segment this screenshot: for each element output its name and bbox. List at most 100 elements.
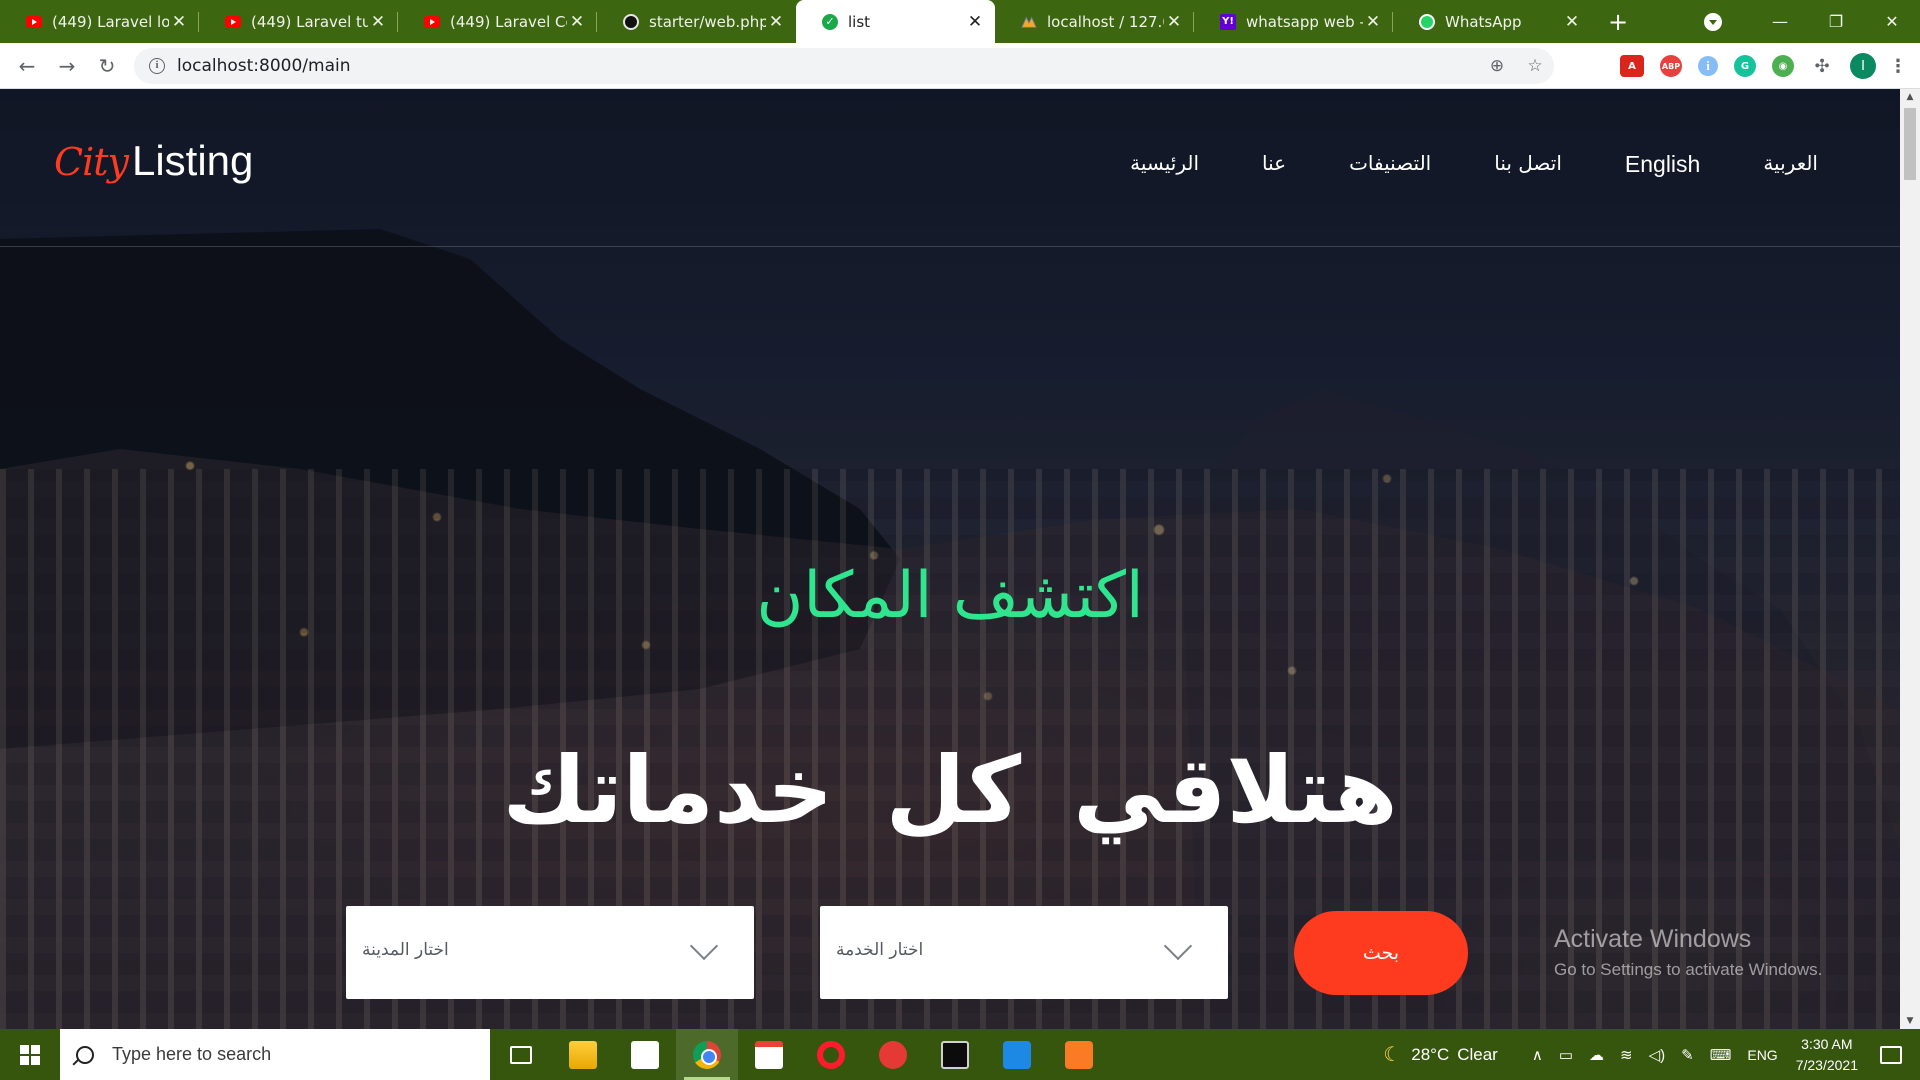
site-logo[interactable]: City Listing bbox=[54, 137, 253, 185]
volume-icon[interactable]: ◁) bbox=[1649, 1046, 1666, 1064]
github-icon bbox=[623, 13, 639, 30]
browser-tab[interactable]: (449) Laravel local ✕ bbox=[0, 0, 199, 43]
site-info-icon[interactable]: i bbox=[149, 58, 165, 74]
reload-icon[interactable]: ↻ bbox=[87, 49, 127, 83]
chrome-icon bbox=[693, 1040, 721, 1069]
tab-title: starter/web.php a bbox=[649, 12, 766, 31]
screenshot-tool-icon bbox=[879, 1040, 907, 1069]
close-tab-icon[interactable]: ✕ bbox=[1562, 12, 1582, 32]
close-tab-icon[interactable]: ✕ bbox=[368, 12, 388, 32]
keyboard-icon[interactable]: ⌨ bbox=[1710, 1046, 1732, 1064]
service-select[interactable]: اختار الخدمة bbox=[820, 906, 1228, 999]
city-select[interactable]: اختار المدينة bbox=[346, 906, 754, 999]
address-bar[interactable]: i localhost:8000/main ⊕ ☆ bbox=[134, 48, 1554, 84]
new-tab-button[interactable]: + bbox=[1598, 0, 1638, 43]
info-extension-icon[interactable]: i bbox=[1698, 56, 1718, 76]
tab-search-icon[interactable] bbox=[1704, 12, 1722, 31]
store-icon bbox=[631, 1040, 659, 1069]
store-button[interactable] bbox=[614, 1029, 676, 1080]
whatsapp-icon bbox=[1419, 13, 1435, 30]
clock-time: 3:30 AM bbox=[1801, 1035, 1853, 1052]
browser-tab[interactable]: Y! whatsapp web - Y ✕ bbox=[1194, 0, 1393, 43]
page-scrollbar[interactable]: ▲ ▼ bbox=[1900, 89, 1920, 1029]
close-tab-icon[interactable]: ✕ bbox=[1363, 12, 1383, 32]
close-tab-icon[interactable]: ✕ bbox=[766, 12, 786, 32]
wifi-icon[interactable]: ≋ bbox=[1620, 1046, 1633, 1064]
close-tab-icon[interactable]: ✕ bbox=[965, 12, 985, 32]
extensions-area: A ABP i G ◉ ✣ I ⋮ bbox=[1612, 49, 1912, 83]
tab-title: localhost / 127.0.0 bbox=[1047, 12, 1164, 31]
close-window-icon[interactable]: ✕ bbox=[1864, 12, 1920, 31]
acrobat-extension-icon[interactable]: A bbox=[1620, 55, 1644, 77]
close-tab-icon[interactable]: ✕ bbox=[567, 12, 587, 32]
onedrive-cloud-icon[interactable]: ☁ bbox=[1589, 1046, 1604, 1064]
window-controls: — ❐ ✕ bbox=[1704, 0, 1920, 43]
chrome-button[interactable] bbox=[676, 1029, 738, 1080]
scroll-down-arrow-icon[interactable]: ▼ bbox=[1900, 1013, 1920, 1029]
forward-arrow-icon[interactable]: → bbox=[47, 49, 87, 83]
nav-home-link[interactable]: الرئيسية bbox=[1130, 151, 1199, 178]
notification-icon[interactable] bbox=[1880, 1045, 1902, 1064]
site-header: City Listing العربية English اتصل بنا ال… bbox=[0, 89, 1900, 247]
scrollbar-thumb[interactable] bbox=[1904, 108, 1916, 180]
terminal-button[interactable] bbox=[924, 1029, 986, 1080]
language-indicator[interactable]: ENG bbox=[1747, 1047, 1777, 1063]
minimize-icon[interactable]: — bbox=[1752, 12, 1808, 31]
phpmyadmin-icon bbox=[1021, 14, 1037, 30]
extensions-puzzle-icon[interactable]: ✣ bbox=[1810, 55, 1834, 77]
grammarly-extension-icon[interactable]: G bbox=[1734, 55, 1756, 77]
opera-button[interactable] bbox=[800, 1029, 862, 1080]
watermark-subtitle: Go to Settings to activate Windows. bbox=[1554, 960, 1823, 979]
close-tab-icon[interactable]: ✕ bbox=[169, 12, 189, 32]
browser-tab[interactable]: (449) Laravel tutor ✕ bbox=[199, 0, 398, 43]
close-tab-icon[interactable]: ✕ bbox=[1164, 12, 1184, 32]
url-text[interactable]: localhost:8000/main bbox=[177, 56, 1478, 76]
nav-arabic-link[interactable]: العربية bbox=[1763, 151, 1818, 178]
taskbar-clock[interactable]: 3:30 AM 7/23/2021 bbox=[1796, 1034, 1858, 1076]
nav-about-link[interactable]: عنا bbox=[1262, 151, 1286, 178]
browser-tab[interactable]: WhatsApp ✕ bbox=[1393, 0, 1592, 43]
browser-menu-icon[interactable]: ⋮ bbox=[1889, 55, 1907, 77]
adblock-extension-icon[interactable]: ABP bbox=[1660, 55, 1682, 77]
service-select-value: اختار الخدمة bbox=[836, 940, 924, 960]
profile-avatar[interactable]: I bbox=[1850, 53, 1876, 79]
pen-icon[interactable]: ✎ bbox=[1681, 1046, 1694, 1064]
vscode-button[interactable] bbox=[986, 1029, 1048, 1080]
hero-title: هتلاقي كل خدماتك bbox=[502, 737, 1398, 844]
search-button[interactable]: بحث bbox=[1294, 910, 1468, 995]
globe-extension-icon[interactable]: ◉ bbox=[1772, 55, 1794, 77]
nav-contact-link[interactable]: اتصل بنا bbox=[1494, 151, 1562, 178]
start-button[interactable] bbox=[0, 1029, 60, 1080]
main-nav: العربية English اتصل بنا التصنيفات عنا ا… bbox=[1130, 151, 1818, 178]
file-explorer-button[interactable] bbox=[552, 1029, 614, 1080]
taskbar-search-box[interactable]: Type here to search bbox=[60, 1029, 490, 1080]
task-view-button[interactable] bbox=[490, 1029, 552, 1080]
scroll-up-arrow-icon[interactable]: ▲ bbox=[1900, 89, 1920, 105]
tab-title: whatsapp web - Y bbox=[1246, 12, 1363, 31]
gmail-button[interactable] bbox=[738, 1029, 800, 1080]
xampp-button[interactable] bbox=[1048, 1029, 1110, 1080]
nav-english-link[interactable]: English bbox=[1625, 151, 1700, 178]
chevron-up-icon[interactable]: ∧ bbox=[1532, 1046, 1543, 1064]
bookmark-star-icon[interactable]: ☆ bbox=[1516, 56, 1554, 76]
battery-icon[interactable]: ▭ bbox=[1559, 1046, 1573, 1064]
browser-tab[interactable]: localhost / 127.0.0 ✕ bbox=[995, 0, 1194, 43]
browser-tab[interactable]: starter/web.php a ✕ bbox=[597, 0, 796, 43]
system-tray: ☾ 28°C Clear ∧ ▭ ☁ ≋ ◁) ✎ ⌨ ENG 3:30 AM … bbox=[1383, 1029, 1920, 1080]
weather-widget[interactable]: ☾ 28°C Clear bbox=[1383, 1042, 1498, 1067]
gmail-icon bbox=[755, 1040, 783, 1069]
browser-tab-active[interactable]: ✓ list ✕ bbox=[796, 0, 995, 43]
restore-icon[interactable]: ❐ bbox=[1808, 12, 1864, 31]
nav-categories-link[interactable]: التصنيفات bbox=[1349, 151, 1431, 178]
search-form: اختار المدينة اختار الخدمة بحث bbox=[346, 906, 1468, 999]
watermark-title: Activate Windows bbox=[1554, 925, 1752, 953]
logo-city: City bbox=[54, 140, 129, 184]
weather-temp: 28°C bbox=[1411, 1044, 1450, 1064]
browser-tab[interactable]: (449) Laravel Com ✕ bbox=[398, 0, 597, 43]
zoom-icon[interactable]: ⊕ bbox=[1478, 56, 1516, 76]
browser-tab-strip: (449) Laravel local ✕ (449) Laravel tuto… bbox=[0, 0, 1920, 43]
back-arrow-icon[interactable]: ← bbox=[7, 49, 47, 83]
weather-desc: Clear bbox=[1457, 1044, 1498, 1064]
screenshot-tool-button[interactable] bbox=[862, 1029, 924, 1080]
moon-icon: ☾ bbox=[1383, 1044, 1402, 1066]
